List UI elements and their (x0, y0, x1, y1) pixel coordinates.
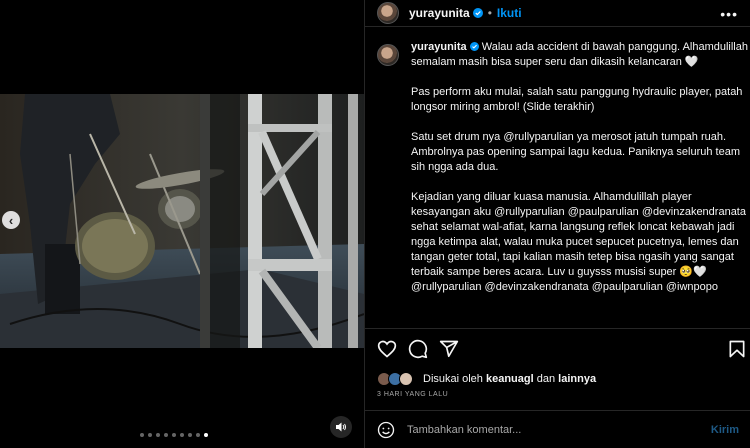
caption-area: yurayunita Walau ada accident di bawah p… (365, 40, 750, 328)
verified-badge-icon (469, 42, 479, 51)
audio-toggle-button[interactable] (330, 416, 352, 438)
speaker-icon (336, 422, 346, 432)
caption-text: yurayunita Walau ada accident di bawah p… (411, 40, 750, 295)
follow-button[interactable]: Ikuti (497, 6, 522, 20)
caption-username[interactable]: yurayunita (411, 41, 467, 53)
action-bar (377, 339, 750, 361)
carousel-dot (140, 433, 144, 437)
liker-username[interactable]: keanuagl (486, 373, 534, 385)
post-header: yurayunita • Ikuti ••• (365, 0, 750, 27)
likes-others-link[interactable]: lainnya (558, 373, 596, 385)
likes-conj: dan (536, 373, 556, 385)
carousel-dot (148, 433, 152, 437)
comment-icon[interactable] (408, 339, 428, 359)
carousel-dot (164, 433, 168, 437)
post-comment-button[interactable]: Kirim (711, 424, 739, 436)
emoji-icon[interactable] (377, 421, 395, 439)
carousel-dot (196, 433, 200, 437)
carousel-indicator (140, 433, 208, 437)
caption-paragraph-4b: sehat selamat wal-afiat, karna langsung … (411, 221, 739, 278)
verified-badge-icon (472, 8, 483, 18)
caption-paragraph-4a: Kejadian yang diluar kuasa manusia. Alha… (411, 191, 746, 218)
post-photo (0, 94, 364, 348)
carousel-dot (180, 433, 184, 437)
share-icon[interactable] (439, 339, 459, 359)
bookmark-icon[interactable] (727, 339, 747, 359)
likes-summary: Disukai oleh keanuagl dan lainnya (377, 372, 596, 386)
carousel-dot-active (204, 433, 208, 437)
more-horizontal-icon[interactable]: ••• (720, 6, 738, 22)
post-sidebar: yurayunita • Ikuti ••• yurayunita Walau … (364, 0, 750, 448)
caption-avatar[interactable] (377, 44, 399, 66)
username-link[interactable]: yurayunita (409, 6, 470, 20)
separator-dot: • (487, 6, 492, 20)
caption-mentions: @rullyparulian @devinzakendranata @paulp… (411, 281, 719, 293)
carousel-dot (156, 433, 160, 437)
comment-input[interactable] (407, 423, 697, 436)
liker-avatars[interactable] (377, 372, 413, 386)
heart-icon[interactable] (377, 339, 397, 359)
caption-paragraph-2: Pas perform aku mulai, salah satu panggu… (411, 86, 743, 113)
liker-avatar (399, 372, 413, 386)
post-timestamp[interactable]: 3 HARI YANG LALU (377, 391, 448, 398)
media-panel: ‹ (0, 0, 364, 448)
comment-bar: Kirim (365, 410, 750, 448)
likes-prefix: Disukai oleh (423, 373, 483, 385)
caption-paragraph-3: Satu set drum nya @rullyparulian ya mero… (411, 131, 740, 173)
carousel-dot (172, 433, 176, 437)
chevron-left-icon: ‹ (8, 212, 14, 228)
carousel-dot (188, 433, 192, 437)
divider (365, 328, 750, 329)
avatar[interactable] (377, 2, 399, 24)
carousel-prev-button[interactable]: ‹ (2, 211, 20, 229)
